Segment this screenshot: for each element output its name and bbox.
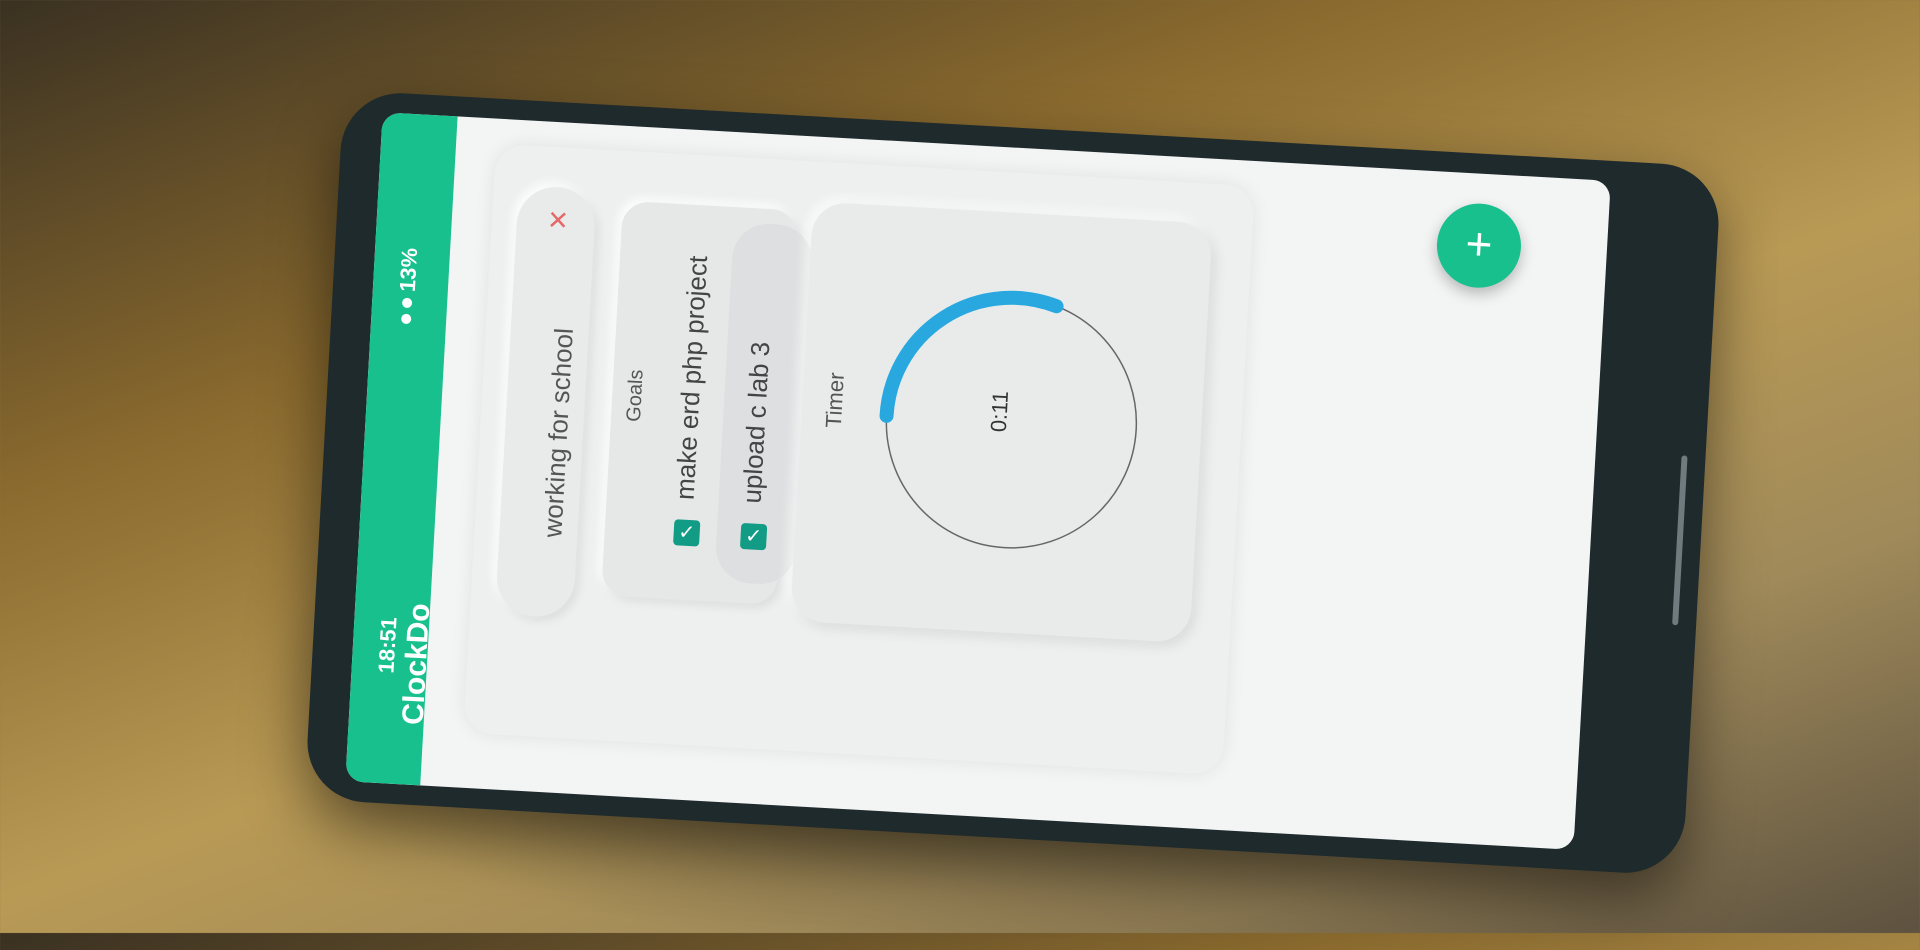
add-button[interactable]: + [1434, 201, 1524, 290]
app-title: ClockDo [396, 602, 437, 726]
status-icons-group: 13% [393, 247, 423, 325]
task-name: working for school [537, 327, 579, 539]
timer-title: Timer [820, 371, 849, 429]
goals-title: Goals [622, 368, 648, 423]
close-icon[interactable]: ✕ [544, 205, 571, 236]
phone-device: 18:51 13% ClockDo ✕ working for school G… [304, 90, 1722, 876]
goal-checkbox[interactable]: ✓ [673, 519, 701, 547]
app-bar: 18:51 13% ClockDo [345, 112, 458, 786]
status-time: 18:51 [373, 616, 402, 674]
goal-checkbox[interactable]: ✓ [739, 522, 768, 551]
phone-side-key [1672, 455, 1688, 626]
task-card: ✕ working for school Goals make erd php … [463, 143, 1255, 776]
goal-label: upload c lab 3 [736, 340, 776, 505]
goal-label: make erd php project [669, 254, 714, 501]
task-name-pill[interactable]: ✕ working for school [494, 184, 597, 619]
phone-screen: 18:51 13% ClockDo ✕ working for school G… [345, 112, 1611, 850]
battery-percentage: 13% [394, 247, 423, 293]
wifi-icon [400, 313, 412, 325]
timer-progress-arc [879, 290, 1064, 423]
timer-card: Timer 0:11 [789, 201, 1213, 644]
goals-card: Goals make erd php project ✓ upload c la… [601, 200, 815, 605]
timer-value: 0:11 [985, 390, 1014, 433]
signal-icon [401, 297, 413, 309]
